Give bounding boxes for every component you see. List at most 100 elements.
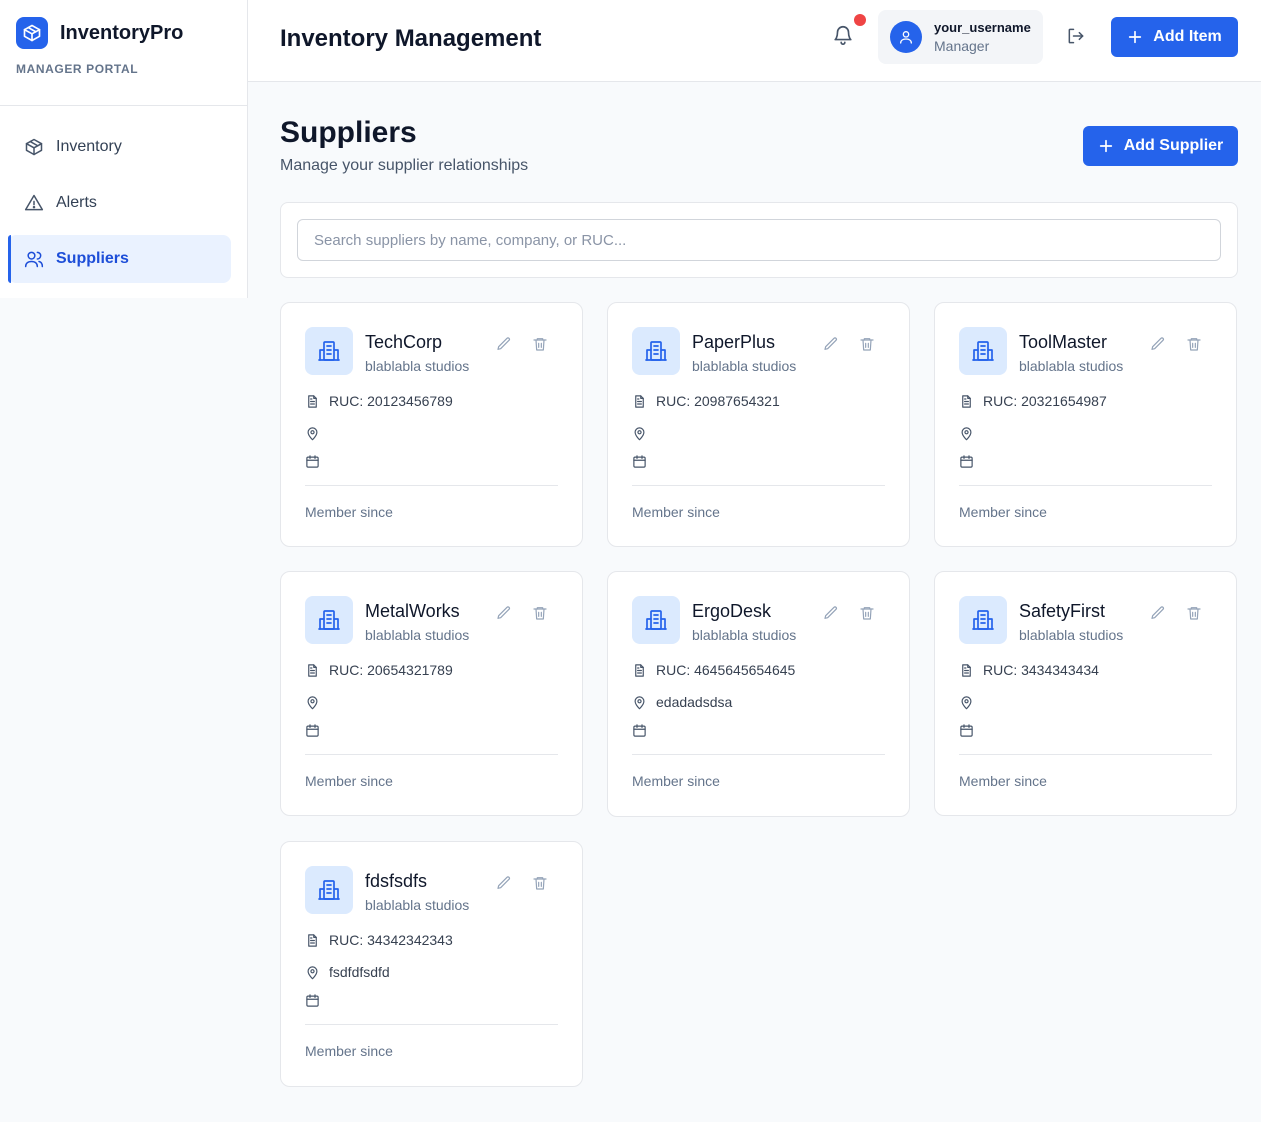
card-divider	[305, 754, 558, 755]
sidebar-item-label: Inventory	[56, 138, 122, 155]
supplier-ruc: RUC: 3434343434	[983, 662, 1099, 678]
ruc-row: RUC: 20987654321	[632, 393, 885, 409]
supplier-grid: TechCorp blablabla studios RUC: 20123456…	[280, 302, 1238, 1087]
ruc-row: RUC: 3434343434	[959, 662, 1212, 678]
building-icon	[959, 596, 1007, 644]
brand-row[interactable]: InventoryPro	[16, 16, 231, 50]
supplier-ruc: RUC: 20987654321	[656, 393, 780, 409]
card-names: ToolMaster blablabla studios	[1019, 327, 1123, 374]
sidebar: InventoryPro MANAGER PORTAL Inventory Al…	[0, 0, 248, 298]
supplier-ruc: RUC: 20123456789	[329, 393, 453, 409]
date-row	[959, 722, 1212, 738]
card-header: TechCorp blablabla studios	[305, 327, 558, 375]
building-icon	[305, 327, 353, 375]
users-icon	[24, 249, 44, 269]
sidebar-nav: Inventory Alerts Suppliers	[0, 106, 247, 283]
date-row	[632, 453, 885, 469]
search-input[interactable]	[297, 219, 1221, 261]
card-actions	[805, 604, 877, 622]
date-row	[959, 453, 1212, 469]
delete-trash-icon[interactable]	[859, 604, 877, 622]
edit-pencil-icon[interactable]	[1150, 604, 1168, 622]
card-actions	[478, 874, 550, 892]
card-names: SafetyFirst blablabla studios	[1019, 596, 1123, 643]
package-icon	[24, 137, 44, 157]
edit-pencil-icon[interactable]	[823, 604, 841, 622]
top-header: Inventory Management your_username Manag…	[248, 0, 1261, 82]
page-title: Suppliers	[280, 116, 417, 149]
add-supplier-button[interactable]: Add Supplier	[1083, 126, 1238, 166]
date-row	[632, 722, 885, 738]
user-menu[interactable]: your_username Manager	[878, 10, 1043, 64]
date-row	[305, 722, 558, 738]
card-names: ErgoDesk blablabla studios	[692, 596, 796, 643]
sidebar-item-inventory[interactable]: Inventory	[8, 123, 231, 171]
location-row: edadadsdsa	[632, 694, 885, 710]
sidebar-item-alerts[interactable]: Alerts	[8, 179, 231, 227]
brand-area: InventoryPro MANAGER PORTAL	[0, 0, 247, 106]
calendar-icon	[959, 722, 975, 738]
notification-dot	[854, 14, 866, 26]
map-pin-icon	[959, 425, 975, 441]
card-divider	[305, 485, 558, 486]
member-since: Member since	[959, 773, 1047, 789]
ruc-row: RUC: 34342342343	[305, 932, 558, 948]
ruc-row: RUC: 20123456789	[305, 393, 558, 409]
supplier-company: blablabla studios	[692, 627, 797, 643]
document-icon	[305, 393, 321, 409]
brand-name: InventoryPro	[60, 21, 184, 44]
location-row: fsdfdfsdfd	[305, 964, 558, 980]
bell-icon[interactable]	[832, 24, 856, 52]
delete-trash-icon[interactable]	[532, 604, 550, 622]
card-header: SafetyFirst blablabla studios	[959, 596, 1212, 644]
plus-icon	[1127, 29, 1143, 45]
delete-trash-icon[interactable]	[1186, 604, 1204, 622]
supplier-card: TechCorp blablabla studios RUC: 20123456…	[280, 302, 583, 547]
member-since: Member since	[959, 504, 1047, 520]
supplier-ruc: RUC: 34342342343	[329, 932, 453, 948]
edit-pencil-icon[interactable]	[496, 604, 514, 622]
sidebar-item-label: Alerts	[56, 194, 97, 211]
logout-icon[interactable]	[1066, 26, 1088, 48]
card-header: PaperPlus blablabla studios	[632, 327, 885, 375]
card-names: fdsfsdfs blablabla studios	[365, 866, 469, 913]
plus-icon	[1098, 138, 1114, 154]
card-names: PaperPlus blablabla studios	[692, 327, 796, 374]
edit-pencil-icon[interactable]	[1150, 335, 1168, 353]
location-row	[959, 694, 1212, 710]
supplier-name: MetalWorks	[365, 601, 460, 621]
add-item-button[interactable]: Add Item	[1111, 17, 1238, 57]
supplier-company: blablabla studios	[365, 358, 470, 374]
card-actions	[1132, 335, 1204, 353]
calendar-icon	[632, 453, 648, 469]
building-icon	[632, 596, 680, 644]
supplier-card: SafetyFirst blablabla studios RUC: 34343…	[934, 571, 1237, 816]
delete-trash-icon[interactable]	[859, 335, 877, 353]
app-root: InventoryPro MANAGER PORTAL Inventory Al…	[0, 0, 1261, 1122]
edit-pencil-icon[interactable]	[496, 335, 514, 353]
calendar-icon	[959, 453, 975, 469]
edit-pencil-icon[interactable]	[823, 335, 841, 353]
calendar-icon	[632, 722, 648, 738]
ruc-row: RUC: 20654321789	[305, 662, 558, 678]
sidebar-item-label: Suppliers	[56, 250, 129, 267]
header-title: Inventory Management	[280, 25, 542, 52]
document-icon	[959, 393, 975, 409]
page-subtitle: Manage your supplier relationships	[280, 157, 529, 174]
delete-trash-icon[interactable]	[1186, 335, 1204, 353]
card-header: ErgoDesk blablabla studios	[632, 596, 885, 644]
map-pin-icon	[305, 425, 321, 441]
member-since: Member since	[305, 773, 393, 789]
supplier-address: edadadsdsa	[656, 694, 733, 710]
edit-pencil-icon[interactable]	[496, 874, 514, 892]
card-names: MetalWorks blablabla studios	[365, 596, 469, 643]
supplier-name: SafetyFirst	[1019, 601, 1106, 621]
user-info: your_username Manager	[934, 20, 1031, 54]
card-header: MetalWorks blablabla studios	[305, 596, 558, 644]
delete-trash-icon[interactable]	[532, 335, 550, 353]
sidebar-item-suppliers[interactable]: Suppliers	[8, 235, 231, 283]
document-icon	[305, 662, 321, 678]
card-divider	[305, 1024, 558, 1025]
supplier-name: fdsfsdfs	[365, 871, 428, 891]
delete-trash-icon[interactable]	[532, 874, 550, 892]
